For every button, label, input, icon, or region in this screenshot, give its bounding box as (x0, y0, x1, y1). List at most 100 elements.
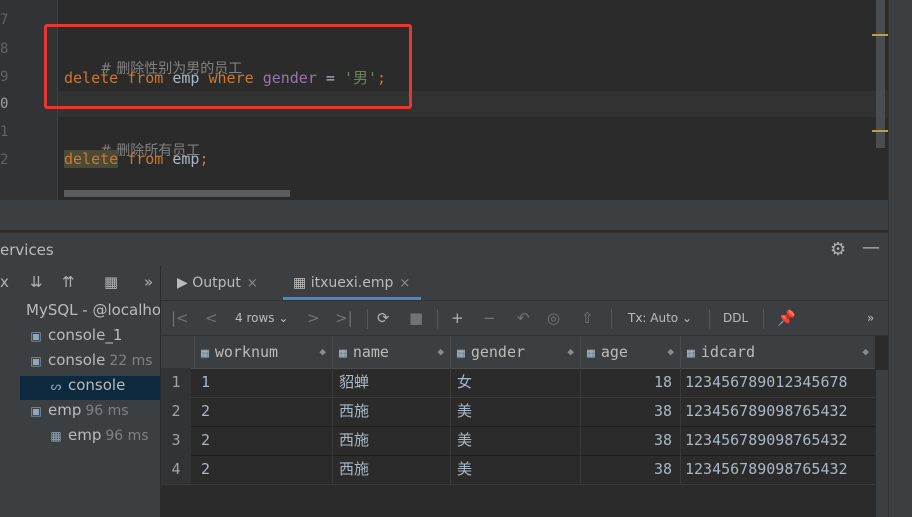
cell-idcard[interactable]: 123456789098765432 (681, 397, 875, 426)
row-number: 4 (161, 455, 191, 484)
table-name: emp (172, 150, 200, 168)
prev-page-icon[interactable]: < (205, 309, 218, 327)
tx-icon[interactable]: x (0, 273, 9, 291)
cell-name[interactable]: 西施 (333, 397, 451, 426)
warning-marker[interactable] (872, 34, 888, 36)
group-icon[interactable]: ▦ (104, 273, 118, 291)
cell-gender[interactable]: 美 (451, 455, 581, 484)
tree-item-console-1[interactable]: ▣ console_1 (0, 326, 160, 350)
column-icon: ▦ (687, 346, 695, 361)
more-icon[interactable]: » (867, 311, 874, 325)
result-grid[interactable]: ▦ worknum ◆ ▦ name ◆ ▦ gender ◆ ▦ age ◆ ▦ idcard ◆… (161, 336, 875, 517)
cell-age[interactable]: 38 (581, 397, 681, 426)
column-icon: ▦ (457, 346, 465, 361)
ddl-button[interactable]: DDL (723, 311, 748, 325)
column-header-age[interactable]: ▦ age ◆ (581, 336, 681, 368)
vertical-scrollbar[interactable] (876, 0, 885, 148)
grid-scrollbar-track[interactable] (876, 370, 888, 517)
first-page-icon[interactable]: |< (171, 309, 189, 327)
cell-name[interactable]: 貂蝉 (333, 368, 451, 397)
cell-idcard[interactable]: 123456789098765432 (681, 426, 875, 455)
collapse-all-icon[interactable]: ⇈ (62, 273, 75, 291)
result-toolbar: |< < 4 rows ⌄ > >| ⟳ ■ + − ↶ ◎ ⇧ Tx: Aut… (161, 301, 888, 336)
cell-age[interactable]: 38 (581, 426, 681, 455)
table-row[interactable]: 4 2 西施 美 38 123456789098765432 (161, 455, 875, 485)
tree-item-mysql[interactable]: MySQL - @localho (0, 301, 160, 325)
tree-item-emp[interactable]: ▣ emp 96 ms (0, 401, 160, 425)
table-row[interactable]: 3 2 西施 美 38 123456789098765432 (161, 426, 875, 456)
cell-worknum[interactable]: 2 (191, 426, 333, 455)
tab-itxuexi-emp[interactable]: ▦ itxuexi.emp × (283, 266, 421, 300)
add-row-icon[interactable]: + (451, 309, 464, 327)
sql-editor[interactable]: 7 8 9 0 1 2 # 删除性别为男的员工 delete from emp … (0, 0, 888, 200)
semicolon: ; (199, 150, 209, 168)
rows-count-select[interactable]: 4 rows ⌄ (235, 311, 288, 325)
cell-name[interactable]: 西施 (333, 455, 451, 484)
close-icon[interactable]: × (399, 276, 410, 291)
revert-icon[interactable]: ↶ (517, 309, 530, 327)
cell-worknum[interactable]: 2 (191, 397, 333, 426)
warning-marker[interactable] (872, 130, 888, 132)
cell-age[interactable]: 18 (581, 368, 681, 397)
stop-icon[interactable]: ■ (409, 309, 423, 327)
console-icon: ▣ (30, 329, 42, 343)
tree-item-console[interactable]: ▣ console 22 ms (0, 351, 160, 375)
pin-icon[interactable]: 📌 (777, 309, 796, 327)
horizontal-scrollbar[interactable] (64, 190, 290, 197)
keyword-delete: delete (64, 150, 119, 168)
refresh-icon[interactable]: ⟳ (377, 309, 390, 327)
cell-worknum[interactable]: 1 (191, 368, 333, 397)
next-page-icon[interactable]: > (307, 309, 320, 327)
column-header-gender[interactable]: ▦ gender ◆ (451, 336, 581, 368)
output-icon: ▶ (177, 275, 188, 291)
console-icon: ▣ (30, 354, 42, 368)
cell-worknum[interactable]: 2 (191, 455, 333, 484)
line-number: 1 (0, 124, 9, 140)
cell-gender[interactable]: 美 (451, 397, 581, 426)
tree-item-label: console_1 (48, 326, 123, 344)
row-number: 3 (161, 426, 191, 455)
column-header-worknum[interactable]: ▦ worknum ◆ (195, 336, 333, 368)
table-row[interactable]: 2 2 西施 美 38 123456789098765432 (161, 397, 875, 427)
tree-item-console-session[interactable]: ᔕ console (20, 376, 160, 400)
last-page-icon[interactable]: >| (335, 309, 353, 327)
preview-icon[interactable]: ◎ (547, 309, 560, 327)
tab-label: Output (192, 275, 241, 291)
column-icon: ▦ (339, 346, 347, 361)
cell-idcard[interactable]: 123456789098765432 (681, 455, 875, 484)
services-title: ervices (0, 241, 54, 259)
submit-icon[interactable]: ⇧ (581, 309, 594, 327)
cell-gender[interactable]: 美 (451, 426, 581, 455)
sort-icon[interactable]: ◆ (437, 336, 444, 368)
tree-item-label: MySQL - @localho (26, 301, 160, 319)
sort-icon[interactable]: ◆ (862, 336, 869, 368)
tx-mode-select[interactable]: Tx: Auto ⌄ (628, 311, 692, 325)
column-header-name[interactable]: ▦ name ◆ (333, 336, 451, 368)
cell-gender[interactable]: 女 (451, 368, 581, 397)
line-number: 9 (0, 69, 9, 85)
result-tabs: ▶ Output × ▦ itxuexi.emp × (161, 266, 888, 301)
table-icon: ▦ (50, 429, 62, 443)
expand-all-icon[interactable]: ⇊ (30, 273, 43, 291)
tree-item-emp-table[interactable]: ▦ emp 96 ms (0, 426, 160, 450)
row-number: 1 (161, 368, 191, 397)
close-icon[interactable]: × (247, 276, 258, 291)
row-number-header (161, 336, 195, 368)
cell-age[interactable]: 38 (581, 455, 681, 484)
sort-icon[interactable]: ◆ (667, 336, 674, 368)
sort-icon[interactable]: ◆ (319, 336, 326, 368)
gear-icon[interactable]: ⚙ (830, 239, 846, 260)
column-header-idcard[interactable]: ▦ idcard ◆ (681, 336, 875, 368)
more-icon[interactable]: » (144, 273, 153, 291)
cell-name[interactable]: 西施 (333, 426, 451, 455)
line-number: 0 (0, 96, 9, 112)
tab-output[interactable]: ▶ Output × (177, 266, 258, 300)
cell-idcard[interactable]: 123456789012345678 (681, 368, 875, 397)
sort-icon[interactable]: ◆ (567, 336, 574, 368)
panel-divider (0, 200, 888, 230)
remove-row-icon[interactable]: − (483, 309, 496, 327)
tree-item-label: emp (68, 426, 102, 444)
table-row[interactable]: 1 1 貂蝉 女 18 123456789012345678 (161, 368, 875, 398)
tree-item-label: console (68, 376, 126, 394)
minimize-icon[interactable]: — (862, 237, 880, 258)
